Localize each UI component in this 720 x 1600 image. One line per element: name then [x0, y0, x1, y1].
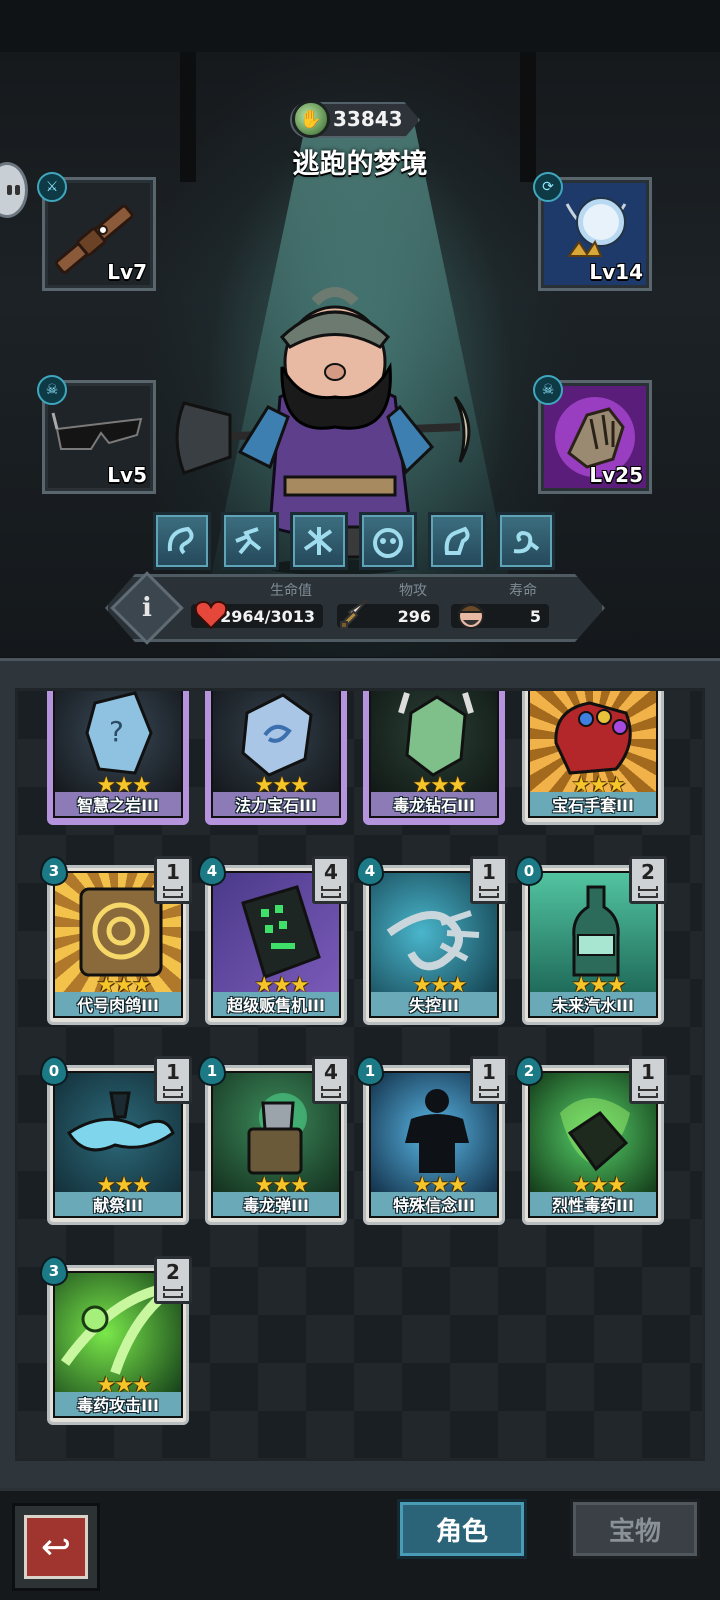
- stage-title: 逃跑的梦境: [292, 149, 428, 180]
- card-count-badge: 1: [470, 1056, 508, 1104]
- hero-face-icon: [456, 603, 486, 629]
- necklace-badge-icon: ⟳: [533, 172, 563, 202]
- skill-slot-5[interactable]: [428, 512, 486, 570]
- bottom-nav: ↩ 角色 宝物: [0, 1488, 720, 1600]
- info-icon: i: [142, 593, 152, 623]
- card-name: 失控III: [369, 992, 499, 1018]
- equip-slot-glasses[interactable]: ☠ Lv5: [37, 375, 156, 494]
- card-name: 宝石手套III: [528, 792, 658, 818]
- card-count-badge: 1: [629, 1056, 667, 1104]
- card-name: 未来汽水III: [528, 992, 658, 1018]
- energy-cost-badge: 0: [515, 856, 543, 886]
- card-item[interactable]: ★★★ 未来汽水III 0 2: [515, 856, 667, 1025]
- skill-slot-2[interactable]: [221, 512, 279, 570]
- card-count-badge: 1: [154, 856, 192, 904]
- card-grid[interactable]: ? ★★★ 智慧之岩III ★★★ 法力宝石III ★★★ 毒龙钻石III ★★…: [15, 688, 705, 1461]
- soul-coin-icon: ✋: [292, 100, 330, 138]
- energy-cost-badge: 4: [356, 856, 384, 886]
- card-name: 法力宝石III: [211, 792, 341, 818]
- card-item[interactable]: ★★★ 失控III 4 1: [356, 856, 508, 1025]
- fist-skill-icon: [444, 526, 470, 555]
- card-name: 烈性毒药III: [528, 1192, 658, 1218]
- currency-value: 33843: [333, 107, 403, 131]
- spiral-skill-icon: [513, 530, 540, 554]
- card-count-badge: 4: [312, 1056, 350, 1104]
- svg-text:?: ?: [109, 715, 124, 748]
- skill-slot-3[interactable]: [290, 512, 348, 570]
- mask-skill-icon: [373, 528, 403, 558]
- wave-skill-icon: [167, 526, 194, 555]
- card-count-badge: 2: [629, 856, 667, 904]
- card-count-badge: 4: [312, 856, 350, 904]
- card-item[interactable]: ★★★ 毒龙钻石III: [363, 691, 505, 825]
- hp-label: 生命值: [270, 583, 312, 599]
- card-inventory-panel: ? ★★★ 智慧之岩III ★★★ 法力宝石III ★★★ 毒龙钻石III ★★…: [0, 658, 720, 1488]
- card-item[interactable]: ★★★ 特殊信念III 1 1: [356, 1056, 508, 1225]
- card-item[interactable]: ★★★ 代号肉鸽III 3 1: [40, 856, 192, 1025]
- energy-cost-badge: 1: [198, 1056, 226, 1086]
- card-name: 毒龙钻石III: [369, 792, 499, 818]
- stats-bar: i 生命值 2964/3013 物攻 296 寿命 5: [105, 571, 605, 645]
- skill-slot-1[interactable]: [153, 512, 211, 570]
- character-scene: ✋ 33843 逃跑的梦境 ⚔ Lv7 ⟳ Lv14 ☠ Lv5 ☠ Lv25 …: [0, 52, 720, 657]
- sword-icon: [340, 599, 368, 629]
- back-button[interactable]: ↩: [12, 1503, 100, 1591]
- back-arrow-icon: ↩: [24, 1515, 88, 1579]
- lifespan-label: 寿命: [509, 583, 537, 599]
- equip-slot-gloves[interactable]: ☠ Lv25: [533, 375, 652, 494]
- card-item[interactable]: ★★★ 毒龙弹III 1 4: [198, 1056, 350, 1225]
- energy-cost-badge: 4: [198, 856, 226, 886]
- card-item[interactable]: ★★★ 超级贩售机III 4 4: [198, 856, 350, 1025]
- card-item[interactable]: ★★★ 献祭III 0 1: [40, 1056, 192, 1225]
- equip-slot-necklace[interactable]: ⟳ Lv14: [533, 172, 652, 291]
- energy-cost-badge: 3: [40, 1256, 68, 1286]
- card-name: 超级贩售机III: [211, 992, 341, 1018]
- card-item[interactable]: ★★★ 毒药攻击III 3 2: [40, 1256, 192, 1425]
- card-count-badge: 2: [154, 1256, 192, 1304]
- card-item[interactable]: ★★★ 烈性毒药III 2 1: [515, 1056, 667, 1225]
- energy-cost-badge: 0: [40, 1056, 68, 1086]
- slot-level: Lv7: [107, 260, 147, 284]
- tab-treasure[interactable]: 宝物: [570, 1499, 700, 1559]
- runner-skill-icon: [235, 527, 262, 555]
- card-count-badge: 1: [470, 856, 508, 904]
- bones-skill-icon: [303, 527, 333, 555]
- sword-badge-icon: ⚔: [37, 172, 67, 202]
- card-name: 代号肉鸽III: [53, 992, 183, 1018]
- card-item[interactable]: ★★★ 法力宝石III: [205, 691, 347, 825]
- card-name: 献祭III: [53, 1192, 183, 1218]
- card-name: 毒龙弹III: [211, 1192, 341, 1218]
- skull-badge-icon: ☠: [37, 375, 67, 405]
- energy-cost-badge: 1: [356, 1056, 384, 1086]
- slot-level: Lv5: [107, 463, 147, 487]
- card-name: 特殊信念III: [369, 1192, 499, 1218]
- heart-icon: [194, 600, 228, 630]
- tab-character[interactable]: 角色: [397, 1499, 527, 1559]
- skill-slot-6[interactable]: [497, 512, 555, 570]
- card-name: 毒药攻击III: [53, 1392, 183, 1418]
- energy-cost-badge: 2: [515, 1056, 543, 1086]
- energy-cost-badge: 3: [40, 856, 68, 886]
- game-screen: ✋ 33843 逃跑的梦境 ⚔ Lv7 ⟳ Lv14 ☠ Lv5 ☠ Lv25 …: [0, 0, 720, 1600]
- atk-label: 物攻: [399, 583, 427, 599]
- equip-slot-weapon[interactable]: ⚔ Lv7: [37, 172, 156, 291]
- card-count-badge: 1: [154, 1056, 192, 1104]
- card-name: 智慧之岩III: [53, 792, 183, 818]
- skill-slot-4[interactable]: [359, 512, 417, 570]
- card-item[interactable]: ? ★★★ 智慧之岩III: [47, 691, 189, 825]
- slot-level: Lv25: [589, 463, 643, 487]
- skull-badge-icon: ☠: [533, 375, 563, 405]
- card-item[interactable]: ★★★ 宝石手套III: [522, 691, 664, 825]
- slot-level: Lv14: [589, 260, 643, 284]
